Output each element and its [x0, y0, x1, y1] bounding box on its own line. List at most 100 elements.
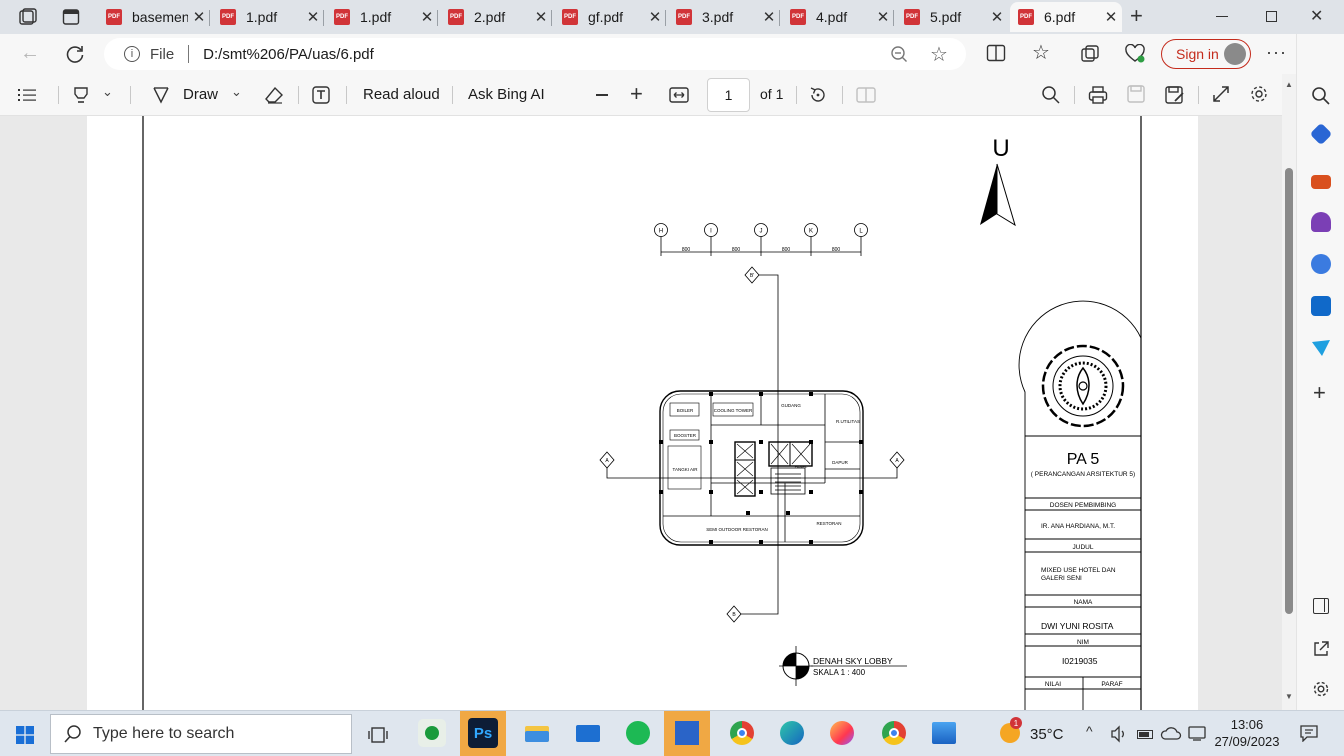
notifications-icon[interactable]	[1300, 724, 1318, 743]
clock[interactable]: 13:06 27/09/2023	[1210, 717, 1284, 753]
mail-app-icon[interactable]	[574, 719, 602, 747]
search-icon[interactable]	[1041, 85, 1061, 105]
settings-gear-icon[interactable]	[1249, 84, 1269, 104]
photoshop-app-icon[interactable]: Ps	[460, 711, 506, 756]
tab-2-pdf[interactable]: PDF 2.pdf ✕	[440, 2, 552, 32]
tab-gf-pdf[interactable]: PDF gf.pdf ✕	[554, 2, 666, 32]
eraser-icon[interactable]	[264, 86, 284, 104]
split-screen-icon[interactable]	[986, 44, 1006, 62]
maximize-icon[interactable]	[1266, 11, 1277, 22]
save-as-icon[interactable]	[1165, 85, 1185, 105]
pdf-icon: PDF	[106, 9, 122, 25]
zoom-plus-icon[interactable]: +	[630, 81, 643, 107]
shopping-tag-icon[interactable]	[1309, 122, 1333, 146]
spotify-app-icon[interactable]	[624, 719, 652, 747]
outlook-icon[interactable]	[1311, 296, 1331, 316]
tab-3-pdf[interactable]: PDF 3.pdf ✕	[668, 2, 780, 32]
scroll-up-icon[interactable]: ▲	[1285, 80, 1293, 89]
evernote-app-icon[interactable]	[418, 719, 446, 747]
page-total: of 1	[760, 86, 784, 102]
close-icon[interactable]: ✕	[416, 8, 438, 26]
new-tab-icon[interactable]: +	[1130, 5, 1150, 27]
external-link-icon[interactable]	[1312, 640, 1330, 658]
games-icon[interactable]	[1311, 212, 1331, 232]
scrollbar-thumb[interactable]	[1285, 168, 1293, 614]
minimize-icon[interactable]	[1216, 16, 1228, 17]
chevron-down-icon[interactable]: ⌄	[231, 84, 242, 100]
network-icon[interactable]	[1188, 724, 1206, 742]
contents-list-icon[interactable]	[18, 87, 36, 103]
room-tangki-air: TANGKI AIR	[673, 467, 699, 472]
photos-app-icon[interactable]	[930, 719, 958, 747]
zoom-out-icon[interactable]	[890, 45, 908, 63]
fullscreen-icon[interactable]	[1212, 85, 1230, 103]
zoom-minus-icon[interactable]	[596, 94, 608, 96]
drop-send-icon[interactable]	[1311, 339, 1331, 359]
onedrive-cloud-icon[interactable]	[1160, 725, 1182, 743]
add-sidebar-app-icon[interactable]: +	[1313, 380, 1326, 406]
highlight-icon[interactable]	[72, 86, 90, 104]
tab-1-pdf[interactable]: PDF 1.pdf ✕	[212, 2, 324, 32]
battery-icon[interactable]	[1137, 730, 1153, 739]
close-icon[interactable]: ✕	[1100, 8, 1122, 26]
firefox-app-icon[interactable]	[828, 719, 856, 747]
page-number-input[interactable]: 1	[707, 78, 750, 112]
text-box-icon[interactable]	[312, 86, 330, 104]
chrome-app-icon[interactable]	[728, 719, 756, 747]
chrome-profile-app-icon[interactable]	[880, 719, 908, 747]
windows-start-icon[interactable]	[16, 726, 34, 744]
tab-1-pdf-second[interactable]: PDF 1.pdf ✕	[326, 2, 438, 32]
microsoft-365-icon[interactable]	[1311, 254, 1331, 274]
pdf-icon: PDF	[220, 9, 236, 25]
close-icon[interactable]: ✕	[302, 8, 324, 26]
read-aloud-button[interactable]: Read aloud	[363, 86, 440, 103]
tab-5-pdf[interactable]: PDF 5.pdf ✕	[896, 2, 1008, 32]
favorites-icon[interactable]: ☆	[1032, 40, 1050, 65]
info-icon[interactable]: i	[124, 46, 140, 62]
close-icon[interactable]: ✕	[986, 8, 1008, 26]
favorite-star-icon[interactable]: ☆	[930, 42, 948, 67]
refresh-icon[interactable]	[64, 43, 86, 65]
sign-in-button[interactable]: Sign in	[1161, 39, 1251, 69]
close-icon[interactable]: ✕	[530, 8, 552, 26]
print-icon[interactable]	[1088, 85, 1108, 105]
file-explorer-icon[interactable]	[522, 719, 550, 747]
back-icon[interactable]: ←	[20, 43, 40, 63]
draw-icon[interactable]	[152, 86, 170, 104]
tools-briefcase-icon[interactable]	[1311, 175, 1331, 189]
fit-page-icon[interactable]	[669, 86, 689, 104]
rotate-icon[interactable]	[808, 85, 828, 105]
sidebar-settings-icon[interactable]	[1312, 680, 1330, 698]
task-view-icon[interactable]	[368, 726, 388, 744]
vertical-scrollbar[interactable]: ▲ ▼	[1282, 74, 1296, 710]
pdf-viewer[interactable]: U H I J K L 800 800 800 800 B' B A A BOI…	[0, 116, 1282, 710]
plan-scale: SKALA 1 : 400	[813, 668, 866, 677]
close-window-icon[interactable]: ✕	[1310, 6, 1326, 26]
more-options-icon[interactable]: ···	[1266, 42, 1287, 63]
workspaces-icon[interactable]	[18, 8, 38, 26]
scroll-down-icon[interactable]: ▼	[1285, 692, 1293, 701]
edge-app-icon[interactable]	[778, 719, 806, 747]
search-icon[interactable]	[1311, 86, 1331, 106]
close-icon[interactable]: ✕	[758, 8, 780, 26]
tab-4-pdf[interactable]: PDF 4.pdf ✕	[782, 2, 894, 32]
close-icon[interactable]: ✕	[644, 8, 666, 26]
store-app-icon[interactable]	[664, 711, 710, 756]
ask-bing-button[interactable]: Ask Bing AI	[468, 86, 545, 103]
pdf-icon: PDF	[448, 9, 464, 25]
tab-actions-icon[interactable]	[62, 8, 80, 26]
speaker-icon[interactable]	[1110, 725, 1128, 743]
tab-basemen[interactable]: PDF basemen ✕	[98, 2, 210, 32]
address-bar[interactable]: i File D:/smt%206/PA/uas/6.pdf ☆	[104, 38, 966, 70]
tab-6-pdf[interactable]: PDF 6.pdf ✕	[1010, 2, 1122, 32]
chevron-down-icon[interactable]: ⌄	[102, 84, 113, 100]
browser-essentials-icon[interactable]	[1124, 43, 1146, 64]
close-icon[interactable]: ✕	[188, 8, 210, 26]
close-icon[interactable]: ✕	[872, 8, 894, 26]
draw-button[interactable]: Draw	[183, 86, 218, 103]
taskbar-search-box[interactable]: Type here to search	[50, 714, 352, 754]
hide-sidebar-icon[interactable]	[1313, 598, 1329, 614]
weather-widget[interactable]: 1 35°C	[998, 717, 1068, 747]
show-hidden-icons-icon[interactable]: ^	[1086, 723, 1093, 739]
collections-icon[interactable]	[1080, 44, 1100, 64]
